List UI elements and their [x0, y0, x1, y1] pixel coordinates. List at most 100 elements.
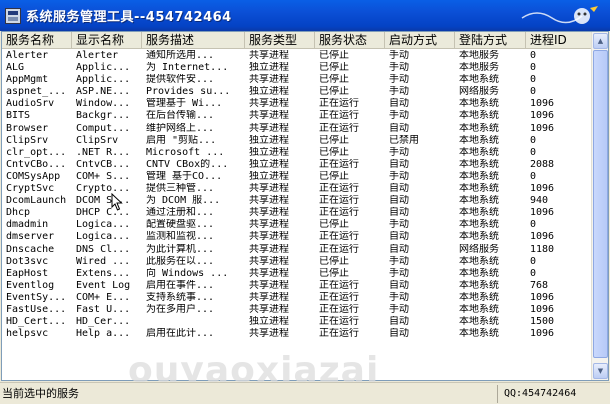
table-cell: 已停止 [319, 219, 349, 231]
table-cell: dmadmin [6, 219, 49, 231]
table-row[interactable]: Dnscache DNS Cl... 为此计算机... 共享进程 正在运行 自动 网络服务 1… [2, 244, 596, 256]
table-cell: 本地系统 [459, 255, 499, 267]
table-cell: 768 [530, 279, 549, 291]
scroll-down-button[interactable]: ▼ [593, 363, 608, 379]
table-cell: 自动 [389, 207, 409, 219]
table-cell: 共享进程 [249, 50, 289, 61]
table-cell: 通过注册和... [146, 207, 215, 219]
table-cell: 手动 [389, 255, 409, 267]
app-window-icon[interactable] [5, 7, 21, 24]
table-row[interactable]: dmserver Logica... 监测和监视... 共享进程 正在运行 自动 本地系统 1… [2, 231, 596, 243]
table-row[interactable]: AppMgmt Applic... 提供软件安... 共享进程 已停止 手动 本地系统 0 [2, 74, 596, 86]
column-header-logon[interactable]: 登陆方式 [455, 32, 526, 49]
table-cell: 正在运行 [319, 279, 359, 291]
table-cell: 1096 [530, 183, 555, 195]
table-cell: Dot3svc [6, 255, 49, 267]
table-row[interactable]: CntvCBo... CntvCB... CNTV CBox的... 独立进程 正在运行… [2, 159, 596, 171]
column-header-name[interactable]: 服务名称 [2, 32, 72, 49]
column-header-status[interactable]: 服务状态 [315, 32, 385, 49]
table-cell: 1096 [530, 122, 555, 134]
table-row[interactable]: ClipSrv ClipSrv 启用 "剪贴... 独立进程 已停止 已禁用 本地系统 0 [2, 135, 596, 147]
table-row[interactable]: BITS Backgr... 在后台传输... 共享进程 正在运行 手动 本地系统 1096 [2, 110, 596, 122]
table-cell: 启用在事件... [146, 279, 215, 291]
table-cell: 本地系统 [459, 146, 499, 158]
table-cell: 管理 基于CO... [146, 170, 223, 182]
table-row[interactable]: Alerter Alerter 通知所选用... 共享进程 已停止 手动 本地服务 0 [2, 50, 596, 62]
table-row[interactable]: AudioSrv Window... 管理基于 Wi... 共享进程 正在运行 自动 本地系… [2, 98, 596, 110]
table-row[interactable]: aspnet_... ASP.NE... Provides su... 独立进程 已停止… [2, 86, 596, 98]
table-cell: 已禁用 [389, 134, 419, 146]
table-cell: 共享进程 [249, 74, 289, 86]
table-cell: 正在运行 [319, 122, 359, 134]
table-row[interactable]: ALG Applic... 为 Internet... 独立进程 已停止 手动 本地服务 0 [2, 62, 596, 74]
table-cell: 独立进程 [249, 86, 289, 98]
table-cell: CNTV CBox的... [146, 158, 229, 170]
table-cell: BITS [6, 110, 31, 122]
table-cell: 手动 [389, 291, 409, 303]
table-cell: EapHost [6, 267, 49, 279]
table-cell: 本地系统 [459, 170, 499, 182]
table-cell: 正在运行 [319, 183, 359, 195]
table-row[interactable]: helpsvc Help a... 启用在此计... 共享进程 正在运行 自动 本地系统 10… [2, 328, 596, 340]
table-cell: 网络服务 [459, 86, 499, 98]
table-cell: 共享进程 [249, 231, 289, 243]
app-window: 系统服务管理工具--454742464 服务名称 显示名称 服务描述 服务类型 … [0, 0, 610, 404]
table-row[interactable]: HD_Cert... HD_Cer... 独立进程 正在运行 自动 本地系统 1500 [2, 316, 596, 328]
title-bar[interactable]: 系统服务管理工具--454742464 [0, 0, 610, 31]
table-cell: 0 [530, 219, 537, 231]
table-cell: Dhcp [6, 207, 31, 219]
service-rows: Alerter Alerter 通知所选用... 共享进程 已停止 手动 本地服务 0 ALG A… [2, 50, 596, 340]
table-row[interactable]: clr_opt... .NET R... Microsoft ... 独立进程 已停止 手… [2, 147, 596, 159]
column-header-pid[interactable]: 进程ID [526, 32, 596, 49]
table-cell: 共享进程 [249, 267, 289, 279]
table-cell: 本地系统 [459, 219, 499, 231]
table-cell: DCOM S... [76, 195, 131, 207]
services-list[interactable]: 服务名称 显示名称 服务描述 服务类型 服务状态 启动方式 登陆方式 进程ID … [1, 31, 609, 381]
table-row[interactable]: FastUse... Fast U... 为在多用户... 共享进程 正在运行 手动 本地系… [2, 304, 596, 316]
table-row[interactable]: Eventlog Event Log 启用在事件... 共享进程 正在运行 自动 本地系统 7… [2, 280, 596, 292]
table-cell: 为 DCOM 服... [146, 195, 221, 207]
table-cell: 共享进程 [249, 243, 289, 255]
table-cell: 本地系统 [459, 98, 499, 110]
table-cell: 维护网络上... [146, 122, 215, 134]
table-row[interactable]: dmadmin Logica... 配置硬盘驱... 共享进程 已停止 手动 本地系统 0 [2, 219, 596, 231]
table-cell: 1096 [530, 98, 555, 110]
table-cell: 已停止 [319, 146, 349, 158]
column-header-startup[interactable]: 启动方式 [385, 32, 455, 49]
table-row[interactable]: DcomLaunch DCOM S... 为 DCOM 服... 共享进程 正在运行 自动… [2, 195, 596, 207]
table-cell: 已停止 [319, 255, 349, 267]
column-header-display[interactable]: 显示名称 [72, 32, 142, 49]
table-cell: 本地系统 [459, 207, 499, 219]
scroll-up-button[interactable]: ▲ [593, 33, 608, 49]
table-row[interactable]: CryptSvc Crypto... 提供三种管... 共享进程 正在运行 自动 本地系统 1… [2, 183, 596, 195]
table-cell: 共享进程 [249, 122, 289, 134]
table-row[interactable]: COMSysApp COM+ S... 管理 基于CO... 独立进程 已停止 手动 本地系… [2, 171, 596, 183]
vertical-scrollbar[interactable]: ▲ ▼ [591, 32, 608, 380]
table-cell: 自动 [389, 122, 409, 134]
table-cell: 正在运行 [319, 110, 359, 122]
column-header-description[interactable]: 服务描述 [142, 32, 245, 49]
table-cell: 启用在此计... [146, 328, 215, 340]
table-row[interactable]: Dot3svc Wired ... 此服务在以... 共享进程 已停止 手动 本地系统 0 [2, 256, 596, 268]
table-cell: 0 [530, 86, 537, 98]
table-cell: Alerter [6, 50, 49, 61]
table-row[interactable]: EapHost Extens... 向 Windows ... 共享进程 已停止 手动 本地… [2, 268, 596, 280]
table-row[interactable]: Browser Comput... 维护网络上... 共享进程 正在运行 自动 本地系统 10… [2, 123, 596, 135]
column-header-type[interactable]: 服务类型 [245, 32, 315, 49]
table-cell: 正在运行 [319, 303, 359, 315]
table-row[interactable]: Dhcp DHCP C... 通过注册和... 共享进程 正在运行 自动 本地系统 1096 [2, 207, 596, 219]
table-cell: 已停止 [319, 170, 349, 182]
table-row[interactable]: EventSy... COM+ E... 支持系统事... 共享进程 正在运行 手动 本地系… [2, 292, 596, 304]
scroll-thumb[interactable] [593, 50, 608, 358]
table-cell: 共享进程 [249, 279, 289, 291]
table-cell: 自动 [389, 243, 409, 255]
table-cell: ALG [6, 62, 25, 74]
table-cell [142, 316, 245, 328]
table-cell: dmserver [6, 231, 55, 243]
table-cell: COMSysApp [6, 170, 61, 182]
table-cell: 正在运行 [319, 328, 359, 340]
table-cell: 已停止 [319, 62, 349, 74]
table-cell: 本地服务 [459, 50, 499, 61]
table-cell: 1096 [530, 328, 555, 340]
table-cell: Applic... [76, 62, 131, 74]
